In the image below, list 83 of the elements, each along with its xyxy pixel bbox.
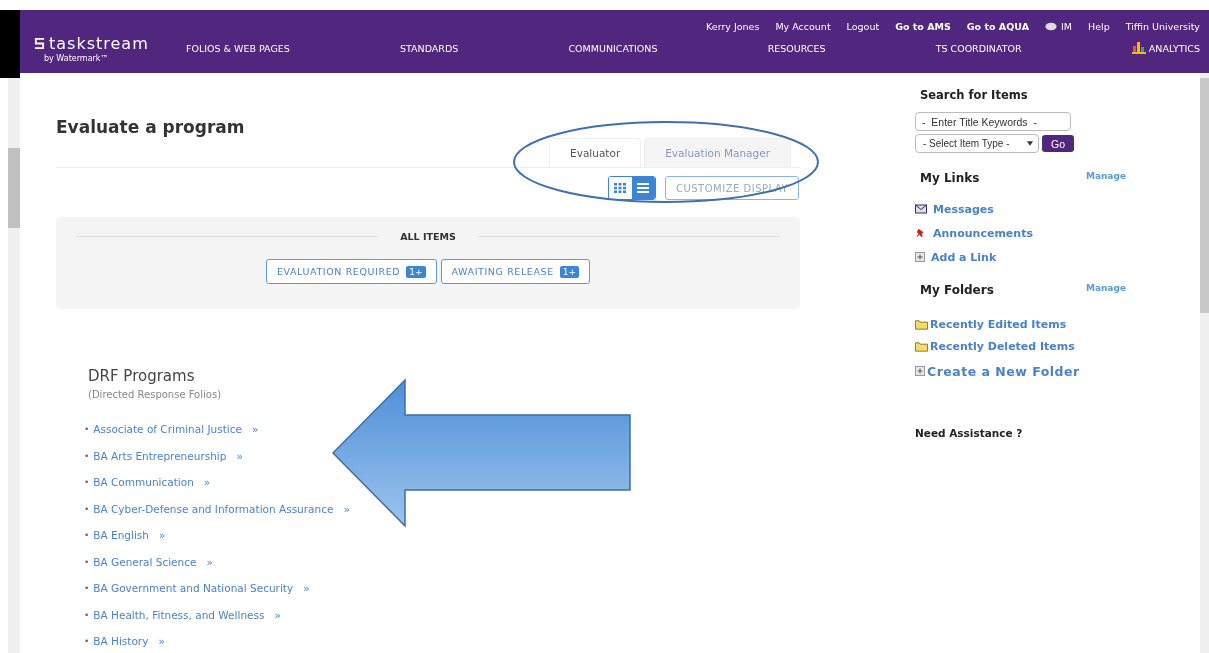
- panel-heading: ALL ITEMS: [400, 231, 456, 242]
- bullet: •: [84, 583, 90, 594]
- program-link[interactable]: BA Health, Fitness, and Wellness: [93, 608, 265, 621]
- item-type-dropdown[interactable]: - Select Item Type -: [915, 134, 1039, 153]
- tab[interactable]: Evaluator: [549, 138, 642, 167]
- nav-item[interactable]: FOLIOS & WEB PAGES: [186, 42, 290, 54]
- bar-chart-icon: [1131, 42, 1146, 54]
- header-link[interactable]: Help: [1088, 21, 1110, 32]
- chevron-icon: »: [303, 582, 310, 595]
- plus-icon: [915, 252, 925, 262]
- manage-link[interactable]: Manage: [1085, 171, 1126, 181]
- nav-item[interactable]: TS COORDINATOR: [935, 42, 1022, 54]
- logo-tagline: by Watermark™: [44, 54, 110, 63]
- sidebar-heading: Search for Items: [920, 88, 1029, 102]
- sidebar-link[interactable]: Add a Link: [931, 250, 997, 264]
- nav-item[interactable]: RESOURCES: [767, 42, 826, 54]
- list-view-button[interactable]: [631, 177, 655, 199]
- caret-icon: [1027, 141, 1033, 146]
- program-link[interactable]: BA General Science: [93, 555, 197, 568]
- chevron-icon: »: [158, 529, 166, 542]
- bullet: •: [84, 556, 90, 567]
- header-link[interactable]: Go to AQUA: [966, 21, 1029, 32]
- header-link[interactable]: IM: [1061, 21, 1072, 32]
- go-button[interactable]: Go: [1042, 135, 1074, 152]
- count-badge: 1+: [559, 265, 580, 278]
- bullet: •: [84, 530, 90, 541]
- chevron-icon: »: [251, 423, 259, 436]
- tab[interactable]: Evaluation Manager: [644, 138, 791, 167]
- window-edge: [0, 10, 20, 78]
- bullet: •: [84, 609, 90, 620]
- section-title: DRF Programs: [88, 367, 196, 385]
- scrollbar[interactable]: [8, 78, 20, 653]
- count-badge: 1+: [406, 265, 426, 278]
- folder-icon: [915, 318, 928, 330]
- page-title: Evaluate a program: [56, 117, 245, 137]
- bullet: •: [84, 477, 90, 488]
- nav-item[interactable]: ANALYTICS: [1131, 42, 1200, 54]
- header-link[interactable]: My Account: [775, 21, 831, 32]
- section-subtitle: (Directed Response Folios): [88, 389, 223, 400]
- header-link[interactable]: Kerry Jones: [706, 21, 760, 32]
- chevron-icon: »: [274, 608, 281, 621]
- folder-link[interactable]: Recently Deleted Items: [930, 339, 1075, 353]
- folder-link[interactable]: Create a New Folder: [927, 363, 1080, 379]
- sidebar-heading: My Links: [920, 171, 980, 185]
- keyword-field[interactable]: - Enter Title Keywords -: [915, 112, 1071, 131]
- program-link[interactable]: BA Government and National Security: [93, 582, 294, 595]
- program-link[interactable]: BA English: [93, 529, 149, 542]
- help-heading: Need Assistance ?: [915, 427, 1024, 439]
- bullet: •: [84, 636, 90, 647]
- sidebar-link[interactable]: Announcements: [933, 226, 1033, 240]
- chevron-icon: »: [343, 502, 350, 515]
- scrollbar[interactable]: [1200, 73, 1209, 653]
- bullet: •: [84, 424, 90, 435]
- chevron-icon: »: [236, 449, 243, 462]
- sidebar-heading: My Folders: [920, 283, 994, 297]
- grid-icon: [614, 183, 627, 193]
- chevron-icon: »: [203, 476, 211, 489]
- header-link[interactable]: Tiffin University: [1125, 21, 1200, 32]
- chat-bubble-icon: [1045, 22, 1057, 31]
- manage-link[interactable]: Manage: [1085, 283, 1126, 293]
- logo[interactable]: taskstream: [34, 34, 182, 53]
- program-link[interactable]: BA Cyber-Defense and Information Assurance: [93, 502, 334, 515]
- header-link[interactable]: Go to AMS: [895, 21, 951, 32]
- folder-link[interactable]: Recently Edited Items: [930, 317, 1067, 331]
- chevron-icon: »: [206, 555, 213, 568]
- chevron-icon: »: [158, 635, 165, 648]
- filter-button[interactable]: EVALUATION REQUIRED 1+: [265, 259, 437, 284]
- sidebar-link[interactable]: Messages: [933, 202, 994, 216]
- bullet: •: [84, 450, 90, 461]
- logo-icon: [34, 37, 45, 50]
- bullet: •: [84, 503, 90, 514]
- program-link[interactable]: BA History: [93, 635, 149, 648]
- nav-item[interactable]: STANDARDS: [399, 42, 459, 54]
- envelope-icon: [915, 204, 927, 214]
- filter-button[interactable]: AWAITING RELEASE 1+: [440, 259, 591, 284]
- program-link[interactable]: Associate of Criminal Justice: [93, 423, 242, 436]
- list-icon: [637, 183, 650, 193]
- program-link[interactable]: BA Arts Entrepreneurship: [93, 449, 227, 462]
- nav-item[interactable]: COMMUNICATIONS: [568, 42, 658, 54]
- program-link[interactable]: BA Communication: [93, 476, 194, 489]
- header-link[interactable]: Logout: [846, 21, 880, 32]
- folder-icon: [915, 340, 928, 352]
- plus-icon: [915, 366, 925, 376]
